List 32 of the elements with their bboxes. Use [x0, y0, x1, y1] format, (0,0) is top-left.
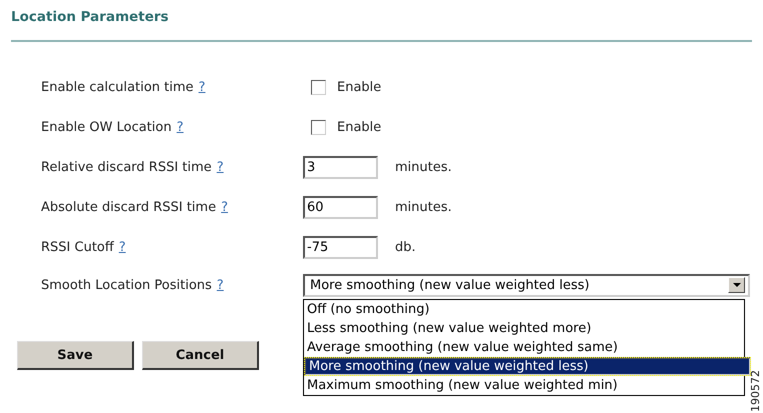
- section-title: Location Parameters: [11, 9, 169, 25]
- form-button[interactable]: Save: [17, 341, 134, 370]
- unit-label: db.: [395, 240, 416, 254]
- field-label: Enable OW Location: [41, 120, 172, 134]
- help-link[interactable]: ?: [118, 240, 126, 254]
- unit-label: minutes.: [395, 200, 452, 214]
- dropdown-option[interactable]: Average smoothing (new value weighted same): [304, 338, 744, 356]
- dropdown-option[interactable]: More smoothing (new value weighted less): [304, 356, 751, 376]
- field-label: Relative discard RSSI time: [41, 160, 212, 174]
- dropdown-option[interactable]: Off (no smoothing): [304, 300, 744, 318]
- field-label: RSSI Cutoff: [41, 240, 114, 254]
- checkbox-label: Enable: [337, 80, 382, 94]
- dropdown[interactable]: More smoothing (new value weighted less): [303, 274, 750, 296]
- checkbox-label: Enable: [337, 120, 382, 134]
- dropdown-option[interactable]: Maximum smoothing (new value weighted min): [304, 376, 744, 394]
- field-label: Absolute discard RSSI time: [41, 200, 216, 214]
- help-link[interactable]: ?: [221, 200, 228, 214]
- form-button[interactable]: Cancel: [142, 341, 259, 370]
- dropdown-option[interactable]: Less smoothing (new value weighted more): [304, 318, 744, 338]
- field-label: Smooth Location Positions: [41, 278, 212, 292]
- figure-number: 190572: [749, 370, 762, 412]
- help-link[interactable]: ?: [176, 120, 184, 134]
- input-field[interactable]: -75: [303, 236, 378, 258]
- help-link[interactable]: ?: [198, 80, 206, 94]
- input-field[interactable]: 3: [303, 156, 378, 178]
- help-link[interactable]: ?: [216, 160, 224, 174]
- checkbox[interactable]: [311, 80, 326, 94]
- field-label: Enable calculation time: [41, 80, 194, 94]
- input-field[interactable]: 60: [303, 196, 378, 218]
- checkbox[interactable]: [311, 120, 326, 134]
- help-link[interactable]: ?: [216, 278, 224, 292]
- unit-label: minutes.: [395, 160, 452, 174]
